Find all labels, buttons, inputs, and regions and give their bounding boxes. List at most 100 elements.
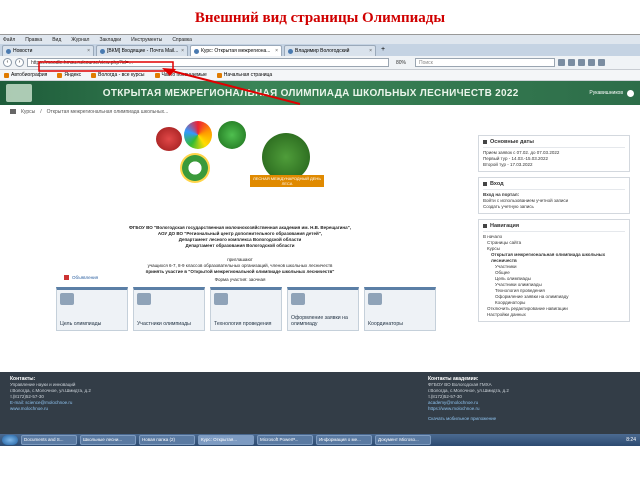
collapse-icon[interactable] <box>483 140 487 144</box>
start-button[interactable] <box>2 435 18 445</box>
menu-edit[interactable]: Правка <box>25 37 42 43</box>
footer-site-link[interactable]: https://www.molochnoe.ru <box>428 406 509 412</box>
taskbar-item[interactable]: Documents and S... <box>21 435 77 445</box>
tab-course[interactable]: Курс: Открытая межрегиона... × <box>190 45 282 56</box>
collapse-icon[interactable] <box>483 182 487 186</box>
taskbar-item[interactable]: Информация о ме... <box>316 435 372 445</box>
bookmark-label: Начальная страница <box>223 72 273 78</box>
nav-item[interactable]: Настройки данных <box>483 312 625 318</box>
book-icon <box>214 293 228 305</box>
tile-label: Участники олимпиады <box>137 321 191 327</box>
close-icon[interactable]: × <box>369 48 372 54</box>
tab-label: Новости <box>13 48 33 54</box>
login-title: Вход <box>483 181 625 190</box>
invite-text: приглашают учащихся 6-7, 8-9 классов обр… <box>60 257 420 275</box>
footer-site-link[interactable]: www.molochnoe.ru <box>10 406 91 412</box>
favicon-icon <box>194 48 199 54</box>
zoom-level[interactable]: 80% <box>396 60 406 66</box>
menu-bookmarks[interactable]: Закладки <box>99 37 121 43</box>
dates-title: Основные даты <box>483 139 625 148</box>
tile-application[interactable]: Оформление заявки на олимпиаду <box>287 287 359 331</box>
bookmark-label: Яндекс <box>64 72 82 78</box>
close-icon[interactable]: × <box>87 48 90 54</box>
search-input[interactable]: Поиск <box>415 58 556 67</box>
star-icon[interactable] <box>558 59 566 66</box>
breadcrumb-item[interactable]: Курсы <box>21 109 35 115</box>
bookmark-item[interactable]: Часто посещаемые <box>154 72 207 78</box>
nav-title-label: Навигация <box>490 223 520 229</box>
menu-icon[interactable] <box>598 59 606 66</box>
tab-label: Владимир Вологодский <box>295 48 350 54</box>
tab-news[interactable]: Новости × <box>2 45 94 56</box>
dates-title-label: Основные даты <box>490 139 534 145</box>
back-button[interactable]: ‹ <box>3 58 12 67</box>
nav-item[interactable]: Открытая межрегиональная олимпиада школь… <box>483 252 625 264</box>
download-icon[interactable] <box>578 59 586 66</box>
home-icon[interactable] <box>588 59 596 66</box>
address-bar[interactable]: https://moodle.hmsu.ru/course/view.php?i… <box>27 58 389 67</box>
bookmark-icon <box>154 72 160 78</box>
logo-banner-text: ЛЕСНАЯ МЕЖДУНАРОДНЫЙ ДЕНЬ ЛЕСА <box>250 175 324 187</box>
mobile-app-link[interactable]: Скачать мобильное приложение <box>428 416 509 422</box>
nav-title: Навигация <box>483 223 625 232</box>
footer-left: Контакты: Управление науки и инноваций г… <box>10 376 91 412</box>
signup-link[interactable]: Создать учетную запись <box>483 204 625 210</box>
collapse-icon[interactable] <box>483 224 487 228</box>
dates-block: Основные даты Прием заявок с 07.02. до 0… <box>478 135 630 172</box>
tab-strip: Новости × [ВКМ] Входящие - Почта Mail... ×… <box>0 44 640 56</box>
binoculars-icon <box>60 293 74 305</box>
tile-label: Технология проведения <box>214 321 272 327</box>
close-icon[interactable]: × <box>275 48 278 54</box>
tile-technology[interactable]: Технология проведения <box>210 287 282 331</box>
site-logo[interactable] <box>6 84 32 102</box>
invite-line: принять участие в "Открытой межрегиональ… <box>145 269 335 274</box>
forward-button[interactable]: › <box>15 58 24 67</box>
bookmark-item[interactable]: Начальная страница <box>216 72 273 78</box>
menu-view[interactable]: Вид <box>52 37 61 43</box>
close-icon[interactable]: × <box>181 48 184 54</box>
home-icon[interactable] <box>10 109 16 114</box>
menu-history[interactable]: Журнал <box>71 37 89 43</box>
logo-tree-globe <box>262 133 310 181</box>
taskbar-item[interactable]: Курс: Открытая... <box>198 435 254 445</box>
logo-multicolor <box>184 121 212 149</box>
bookmark-item[interactable]: Автобиография <box>4 72 47 78</box>
bookmark-item[interactable]: Яндекс <box>57 72 81 78</box>
tile-participants[interactable]: Участники олимпиады <box>133 287 205 331</box>
tile-label: Цель олимпиады <box>60 321 102 327</box>
slide-title: Внешний вид страницы Олимпиады <box>194 10 446 26</box>
favicon-icon <box>6 48 11 54</box>
favicon-icon <box>288 48 293 54</box>
login-block: Вход Вход на портал: Войти с использован… <box>478 177 630 214</box>
announcements-link[interactable]: Объявления <box>64 275 98 280</box>
bookmark-label: Вологда - все курсы <box>98 72 145 78</box>
breadcrumb-item[interactable]: Открытая межрегиональная олимпиада школь… <box>47 109 169 115</box>
bookmarks-icon[interactable] <box>568 59 576 66</box>
taskbar-item[interactable]: Документ Microso... <box>375 435 431 445</box>
bookmark-item[interactable]: Вологда - все курсы <box>91 72 145 78</box>
taskbar-item[interactable]: Школьные лесни... <box>80 435 136 445</box>
document-icon <box>137 293 151 305</box>
taskbar-item[interactable]: Microsoft PowerP... <box>257 435 313 445</box>
taskbar: Documents and S... Школьные лесни... Нов… <box>0 434 640 446</box>
menu-file[interactable]: Файл <box>3 37 15 43</box>
tab-label: [ВКМ] Входящие - Почта Mail... <box>107 48 179 54</box>
tile-goal[interactable]: Цель олимпиады <box>56 287 128 331</box>
page-footer: Контакты: Управление науки и инноваций г… <box>0 372 640 434</box>
login-title-label: Вход <box>490 181 504 187</box>
date-line: Второй тур - 17.03.2022 <box>483 162 533 167</box>
tab-mail[interactable]: [ВКМ] Входящие - Почта Mail... × <box>96 45 188 56</box>
bookmark-icon <box>91 72 97 78</box>
people-icon <box>368 293 382 305</box>
taskbar-item[interactable]: Новая папка (2) <box>139 435 195 445</box>
tiles-row: Цель олимпиады Участники олимпиады Техно… <box>56 287 436 331</box>
menu-tools[interactable]: Инструменты <box>131 37 162 43</box>
favicon-icon <box>100 48 105 54</box>
menu-help[interactable]: Справка <box>172 37 192 43</box>
org-text: ФГБОУ ВО "Вологодская государственная мо… <box>60 225 420 249</box>
user-menu[interactable]: Рукавишников <box>589 89 634 97</box>
tile-coordinators[interactable]: Координаторы <box>364 287 436 331</box>
new-tab-button[interactable]: + <box>378 45 388 56</box>
logo-green-leaf <box>218 121 246 149</box>
tab-profile[interactable]: Владимир Вологодский × <box>284 45 376 56</box>
